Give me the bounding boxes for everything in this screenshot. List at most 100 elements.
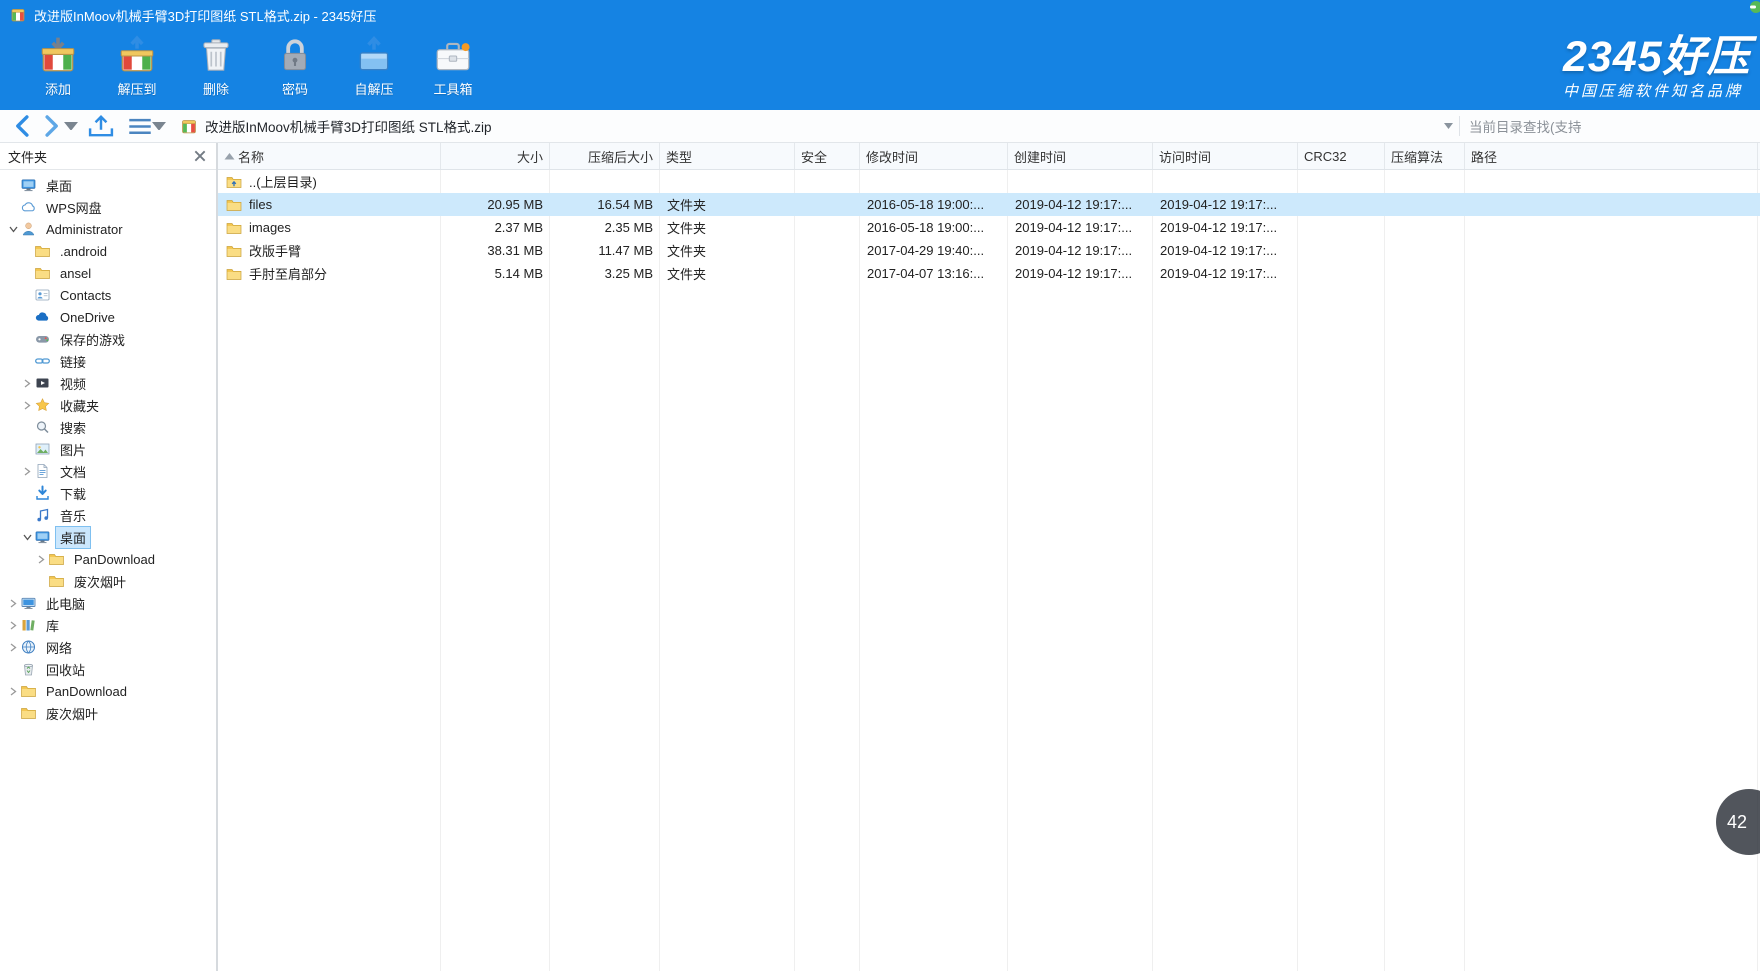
cell-packed: 11.47 MB <box>598 243 653 258</box>
tree-item[interactable]: 废次烟叶 <box>0 702 216 724</box>
view-mode-icon[interactable] <box>128 117 152 136</box>
chevron-spacer <box>20 332 34 346</box>
column-header-type[interactable]: 类型 <box>660 143 795 169</box>
tree-item[interactable]: PanDownload <box>0 680 216 702</box>
column-header-label: 压缩算法 <box>1391 147 1443 166</box>
sfx-icon <box>353 35 395 77</box>
parent-folder-icon[interactable] <box>86 112 116 139</box>
tree-item-label: 链接 <box>55 350 91 373</box>
column-header-crc32[interactable]: CRC32 <box>1298 143 1385 169</box>
network-icon <box>20 639 37 655</box>
toolbar-button-password[interactable]: 密码 <box>259 30 331 110</box>
tree-item-label: 视频 <box>55 372 91 395</box>
tree-item[interactable]: 桌面 <box>0 174 216 196</box>
cell-type: 文件夹 <box>667 195 706 214</box>
chevron-right-icon[interactable] <box>6 596 20 610</box>
toolbar-button-toolbox[interactable]: 工具箱 <box>417 30 489 110</box>
toolbar-button-label: 删除 <box>203 79 229 98</box>
tree-item[interactable]: 音乐 <box>0 504 216 526</box>
tree-item-label: 下载 <box>55 482 91 505</box>
tree-item[interactable]: 桌面 <box>0 526 216 548</box>
chevron-right-icon[interactable] <box>20 376 34 390</box>
chevron-right-icon[interactable] <box>20 398 34 412</box>
title-bar: 改进版InMoov机械手臂3D打印图纸 STL格式.zip - 2345好压 <box>0 0 1760 30</box>
close-icon[interactable] <box>192 148 208 164</box>
column-header-path[interactable]: 路径 <box>1465 143 1758 169</box>
toolbar-button-add[interactable]: 添加 <box>22 30 94 110</box>
column-header-size[interactable]: 大小 <box>441 143 550 169</box>
corner-overlay-icon[interactable] <box>1745 1 1760 15</box>
file-row[interactable]: images2.37 MB2.35 MB文件夹2016-05-18 19:00:… <box>218 216 1760 239</box>
computer-icon <box>20 595 37 611</box>
column-header-name[interactable]: 名称 <box>218 143 441 169</box>
tree-item[interactable]: Contacts <box>0 284 216 306</box>
tree-item-label: 文档 <box>55 460 91 483</box>
chevron-right-icon[interactable] <box>6 684 20 698</box>
column-header-accessed[interactable]: 访问时间 <box>1153 143 1298 169</box>
tree-item-label: 音乐 <box>55 504 91 527</box>
cell-modified: 2016-05-18 19:00:... <box>867 197 984 212</box>
tree-item[interactable]: 网络 <box>0 636 216 658</box>
tree-item[interactable]: 文档 <box>0 460 216 482</box>
tree-item[interactable]: WPS网盘 <box>0 196 216 218</box>
tree-item[interactable]: 保存的游戏 <box>0 328 216 350</box>
tree-item[interactable]: 回收站 <box>0 658 216 680</box>
column-header-packed[interactable]: 压缩后大小 <box>550 143 660 169</box>
address-dropdown-icon[interactable] <box>1437 123 1459 129</box>
tree-item[interactable]: 下载 <box>0 482 216 504</box>
tree-item[interactable]: 收藏夹 <box>0 394 216 416</box>
history-dropdown-icon[interactable] <box>64 122 78 131</box>
chevron-right-icon[interactable] <box>34 552 48 566</box>
chevron-down-icon[interactable] <box>20 530 34 544</box>
column-header-security[interactable]: 安全 <box>795 143 860 169</box>
toolbar-button-extract-to[interactable]: 解压到 <box>101 30 173 110</box>
back-icon[interactable] <box>10 113 36 139</box>
tree-item[interactable]: 图片 <box>0 438 216 460</box>
star-icon <box>34 397 51 413</box>
chevron-spacer <box>20 288 34 302</box>
toolbar-button-label: 密码 <box>282 79 308 98</box>
column-header-label: 压缩后大小 <box>588 147 653 166</box>
column-header-algorithm[interactable]: 压缩算法 <box>1385 143 1465 169</box>
chevron-right-icon[interactable] <box>20 464 34 478</box>
tree-item-label: OneDrive <box>55 308 120 327</box>
tree-item[interactable]: .android <box>0 240 216 262</box>
chevron-spacer <box>20 244 34 258</box>
chevron-spacer <box>20 266 34 280</box>
file-row[interactable]: 手肘至肩部分5.14 MB3.25 MB文件夹2017-04-07 13:16:… <box>218 262 1760 285</box>
toolbar-button-delete[interactable]: 删除 <box>180 30 252 110</box>
tree-item-label: 保存的游戏 <box>55 328 130 351</box>
chevron-right-icon[interactable] <box>6 618 20 632</box>
chevron-spacer <box>6 662 20 676</box>
folder-icon <box>20 705 37 721</box>
tree-item[interactable]: Administrator <box>0 218 216 240</box>
column-header-label: 大小 <box>517 147 543 166</box>
column-header-created[interactable]: 创建时间 <box>1008 143 1153 169</box>
view-mode-dropdown-icon[interactable] <box>152 122 166 131</box>
chevron-right-icon[interactable] <box>6 640 20 654</box>
tree-item[interactable]: 视频 <box>0 372 216 394</box>
tree-item[interactable]: 废次烟叶 <box>0 570 216 592</box>
column-header-modified[interactable]: 修改时间 <box>860 143 1008 169</box>
toolbar-button-sfx[interactable]: 自解压 <box>338 30 410 110</box>
tree-item[interactable]: ansel <box>0 262 216 284</box>
cell-accessed: 2019-04-12 19:17:... <box>1160 243 1277 258</box>
file-row[interactable]: ..(上层目录) <box>218 170 1760 193</box>
tree-item[interactable]: 搜索 <box>0 416 216 438</box>
tree-item[interactable]: OneDrive <box>0 306 216 328</box>
file-row[interactable]: files20.95 MB16.54 MB文件夹2016-05-18 19:00… <box>218 193 1760 216</box>
tree-item-label: PanDownload <box>41 682 132 701</box>
tree-item[interactable]: 此电脑 <box>0 592 216 614</box>
search-input[interactable]: 当前目录查找(支持 <box>1460 116 1760 136</box>
tree-item[interactable]: PanDownload <box>0 548 216 570</box>
file-row[interactable]: 改版手臂38.31 MB11.47 MB文件夹2017-04-29 19:40:… <box>218 239 1760 262</box>
folder-panel-title: 文件夹 <box>8 147 47 166</box>
address-bar[interactable]: 改进版InMoov机械手臂3D打印图纸 STL格式.zip <box>180 116 1459 136</box>
forward-icon[interactable] <box>38 113 64 139</box>
cell-modified: 2017-04-07 13:16:... <box>867 266 984 281</box>
tree-item[interactable]: 库 <box>0 614 216 636</box>
tree-item[interactable]: 链接 <box>0 350 216 372</box>
tree-item-label: 库 <box>41 614 64 637</box>
tree-item-label: 图片 <box>55 438 91 461</box>
chevron-down-icon[interactable] <box>6 222 20 236</box>
